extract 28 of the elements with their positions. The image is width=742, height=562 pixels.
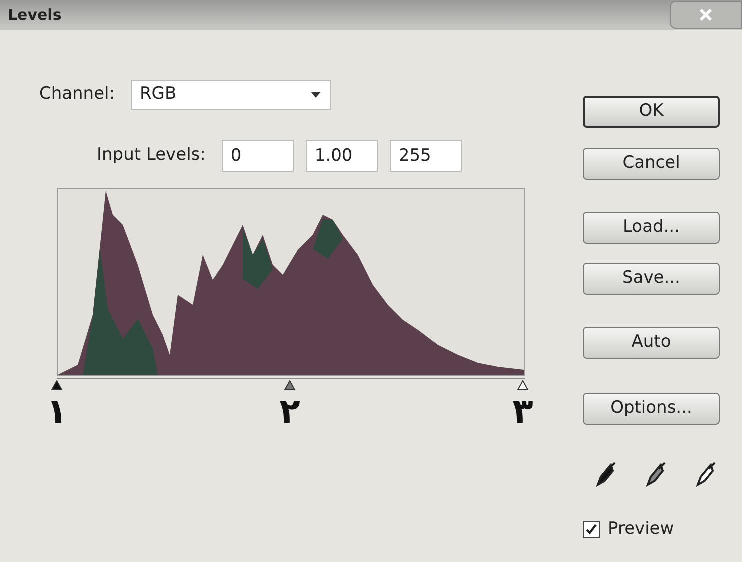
dialog-button[interactable]: Auto	[583, 327, 720, 359]
dialog-button[interactable]: Options...	[583, 393, 720, 425]
slider-thumb[interactable]	[51, 380, 63, 391]
slider-thumb[interactable]	[284, 380, 296, 391]
preview-checkbox[interactable]	[583, 521, 600, 538]
eyedropper-icon[interactable]	[695, 461, 717, 487]
input-level-field[interactable]: 1.00	[306, 140, 378, 172]
dialog-button[interactable]: Cancel	[583, 148, 720, 180]
slider-thumb[interactable]	[517, 380, 529, 391]
annotation-number: ٢	[278, 392, 302, 432]
dialog-button[interactable]: Save...	[583, 263, 720, 295]
close-button[interactable]	[670, 1, 742, 29]
eyedropper-icon[interactable]	[645, 461, 667, 487]
channel-label: Channel:	[38, 83, 115, 106]
input-level-field[interactable]: 255	[390, 140, 462, 172]
eyedropper-icon[interactable]	[595, 461, 617, 487]
preview-label: Preview	[608, 518, 674, 541]
channel-dropdown[interactable]: RGB	[131, 80, 331, 110]
input-levels-label: Input Levels:	[97, 144, 206, 168]
channel-value: RGB	[140, 83, 177, 106]
close-icon	[699, 8, 713, 22]
dialog-button[interactable]: Load...	[583, 212, 720, 244]
dialog-button[interactable]: OK	[583, 96, 720, 128]
annotation-number: ١	[46, 392, 68, 432]
dropdown-arrow-icon	[310, 91, 322, 99]
annotation-number: ٣	[512, 392, 534, 432]
window-title: Levels	[8, 4, 62, 26]
input-level-field[interactable]: 0	[222, 140, 294, 172]
